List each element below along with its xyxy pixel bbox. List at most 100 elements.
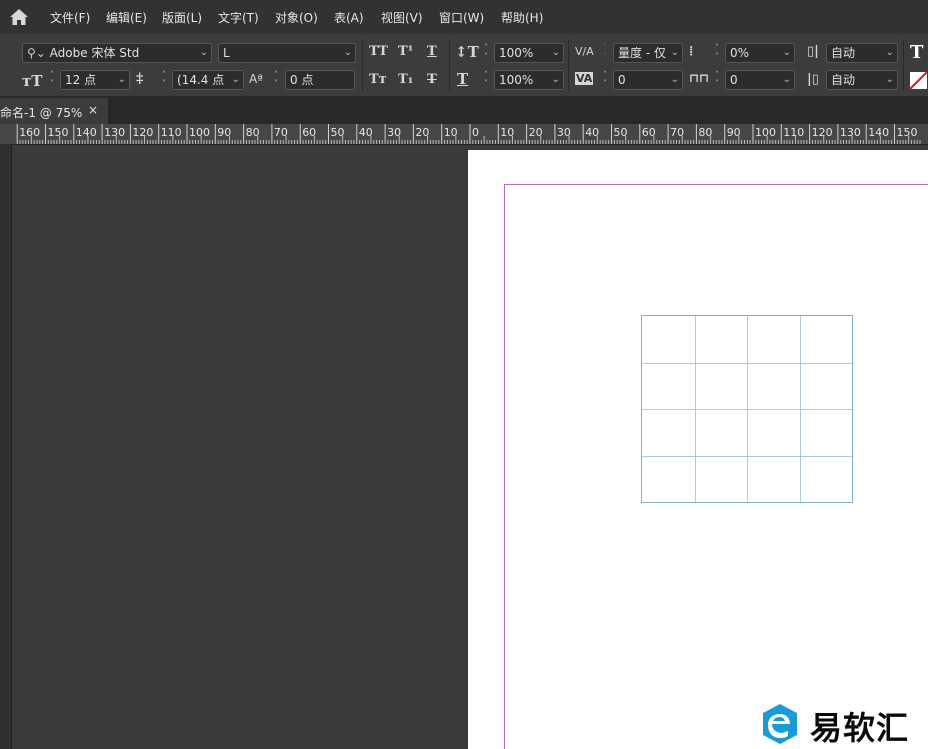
chevron-down-icon[interactable]: ⌄ (344, 44, 352, 62)
ruler-label: 160 (19, 126, 40, 139)
ruler-label: 120 (812, 126, 833, 139)
font-size-field[interactable]: 12 点 ⌄ (60, 70, 130, 90)
strikethrough-button[interactable]: T (427, 72, 437, 87)
menu-edit[interactable]: 编辑(E) (106, 9, 147, 26)
tracking-field[interactable]: 0 ⌄ (613, 70, 683, 90)
tracking-stepper[interactable]: ˄ ˅ (599, 70, 611, 90)
small-caps-button[interactable]: Tт (369, 72, 387, 87)
leading-field[interactable]: (14.4 点 ⌄ (172, 70, 244, 90)
font-size-stepper[interactable]: ˄ ˅ (46, 70, 58, 90)
ruler-label: 10 (500, 126, 514, 139)
watermark-text: 易软汇 (810, 709, 910, 747)
ruler-label: 140 (76, 126, 97, 139)
grid-spacing-stepper[interactable]: ˄ ˅ (711, 70, 723, 90)
auto-select-1[interactable]: 自动 ⌄ (826, 43, 898, 63)
underline-button[interactable]: T (427, 44, 437, 59)
ruler-label: 50 (614, 126, 628, 139)
ruler-label: 70 (670, 126, 684, 139)
chevron-down-icon[interactable]: ⌄ (552, 44, 560, 62)
stroke-none-icon[interactable] (909, 71, 928, 90)
horizontal-ruler[interactable]: 160 150 140 130 120 110 100 90 80 70 60 50 40 30 20 10 0… (0, 124, 928, 145)
leading-icon: ‡ (136, 71, 144, 87)
menu-view[interactable]: 视图(V) (381, 9, 423, 26)
menu-table[interactable]: 表(A) (334, 9, 364, 26)
ruler-label: 40 (585, 126, 599, 139)
ruler-label: 20 (415, 126, 429, 139)
vertical-scale-stepper[interactable]: ˄ ˅ (480, 43, 492, 63)
ruler-label: 50 (331, 126, 345, 139)
chevron-down-icon[interactable]: ⌄ (671, 44, 679, 62)
ruler-label: 40 (359, 126, 373, 139)
ruler-label: 60 (302, 126, 316, 139)
yiruanhui-logo (763, 704, 797, 744)
font-style-select[interactable]: L ⌄ (218, 43, 356, 63)
ruler-label: 130 (104, 126, 125, 139)
ruler-label: 150 (897, 126, 918, 139)
document-tab[interactable]: 命名-1 @ 75% × (0, 98, 108, 124)
chevron-down-icon[interactable]: ⌄ (671, 71, 679, 89)
font-style-value: L (223, 46, 230, 60)
chevron-down-icon[interactable]: ⌄ (552, 71, 560, 89)
chevron-down-icon[interactable]: ⌄ (232, 71, 240, 89)
ruler-label: 80 (246, 126, 260, 139)
table[interactable] (641, 315, 853, 503)
menu-help[interactable]: 帮助(H) (501, 9, 543, 26)
leading-value: (14.4 点 (177, 73, 225, 87)
menu-object[interactable]: 对象(O) (275, 9, 318, 26)
chevron-down-icon[interactable]: ⌄ (783, 44, 791, 62)
font-family-select[interactable]: ⚲⌄ Adobe 宋体 Std ⌄ (22, 43, 212, 63)
ruler-label: 110 (161, 126, 182, 139)
ruler-label: 20 (529, 126, 543, 139)
tools-panel[interactable] (0, 144, 12, 749)
horizontal-scale-value: 100% (499, 73, 534, 87)
font-family-value: Adobe 宋体 Std (49, 46, 140, 60)
close-icon[interactable]: × (88, 103, 98, 117)
ruler-label: 110 (783, 126, 804, 139)
font-size-icon: ᴛT (22, 72, 43, 90)
all-caps-button[interactable]: TT (369, 44, 388, 59)
fill-text-icon[interactable]: T (910, 42, 923, 63)
chevron-down-icon[interactable]: ⌄ (118, 71, 126, 89)
menu-type[interactable]: 文字(T) (218, 9, 259, 26)
divider (903, 39, 904, 91)
chevron-down-icon[interactable]: ⌄ (886, 71, 894, 89)
horizontal-scale-field[interactable]: 100% ⌄ (494, 70, 564, 90)
vertical-scale-icon: ↕T (455, 43, 479, 61)
tsume-field[interactable]: 0% ⌄ (725, 43, 795, 63)
divider (568, 39, 569, 91)
chevron-down-icon[interactable]: ⌄ (200, 44, 208, 62)
menu-layout[interactable]: 版面(L) (162, 9, 202, 26)
menu-file[interactable]: 文件(F) (50, 9, 90, 26)
home-icon[interactable] (9, 8, 29, 26)
baseline-shift-stepper[interactable]: ˄ ˅ (270, 70, 282, 90)
ruler-label: 100 (755, 126, 776, 139)
auto-select-2[interactable]: 自动 ⌄ (826, 70, 898, 90)
baseline-shift-field[interactable]: 0 点 (285, 70, 355, 90)
vertical-scale-field[interactable]: 100% ⌄ (494, 43, 564, 63)
document-tab-title: 命名-1 @ 75% (0, 106, 83, 120)
divider (449, 39, 450, 91)
chevron-down-icon[interactable]: ⌄ (886, 44, 894, 62)
horizontal-scale-stepper[interactable]: ˄ ˅ (480, 70, 492, 90)
menu-window[interactable]: 窗口(W) (439, 9, 484, 26)
ruler-label: 30 (557, 126, 571, 139)
divider (362, 39, 363, 91)
chevron-down-icon[interactable]: ⌄ (783, 71, 791, 89)
tsume-stepper[interactable]: ˄ ˅ (711, 43, 723, 63)
mojikumi-2-icon: |▯ (807, 72, 819, 87)
ruler-label: 140 (868, 126, 889, 139)
kerning-stepper[interactable]: ˄ ˅ (599, 43, 611, 63)
menu-bar: 文件(F) 编辑(E) 版面(L) 文字(T) 对象(O) 表(A) 视图(V)… (0, 0, 928, 34)
kerning-field[interactable]: 量度 - 仅 ⌄ (613, 43, 683, 63)
control-panel: ⚲⌄ Adobe 宋体 Std ⌄ L ⌄ ᴛT ˄ ˅ 12 点 ⌄ ‡ ˄ ˅ … (0, 34, 928, 97)
superscript-button[interactable]: T¹ (398, 44, 413, 59)
leading-stepper[interactable]: ˄ ˅ (158, 70, 170, 90)
ruler-label: 150 (48, 126, 69, 139)
tsume-icon: ⁞ (689, 44, 694, 59)
ruler-label: 90 (727, 126, 741, 139)
grid-spacing-field[interactable]: 0 ⌄ (725, 70, 795, 90)
ruler-label: 90 (217, 126, 231, 139)
baseline-shift-value: 0 点 (290, 73, 314, 87)
table-row-divider (642, 362, 852, 364)
subscript-button[interactable]: T₁ (398, 72, 413, 87)
